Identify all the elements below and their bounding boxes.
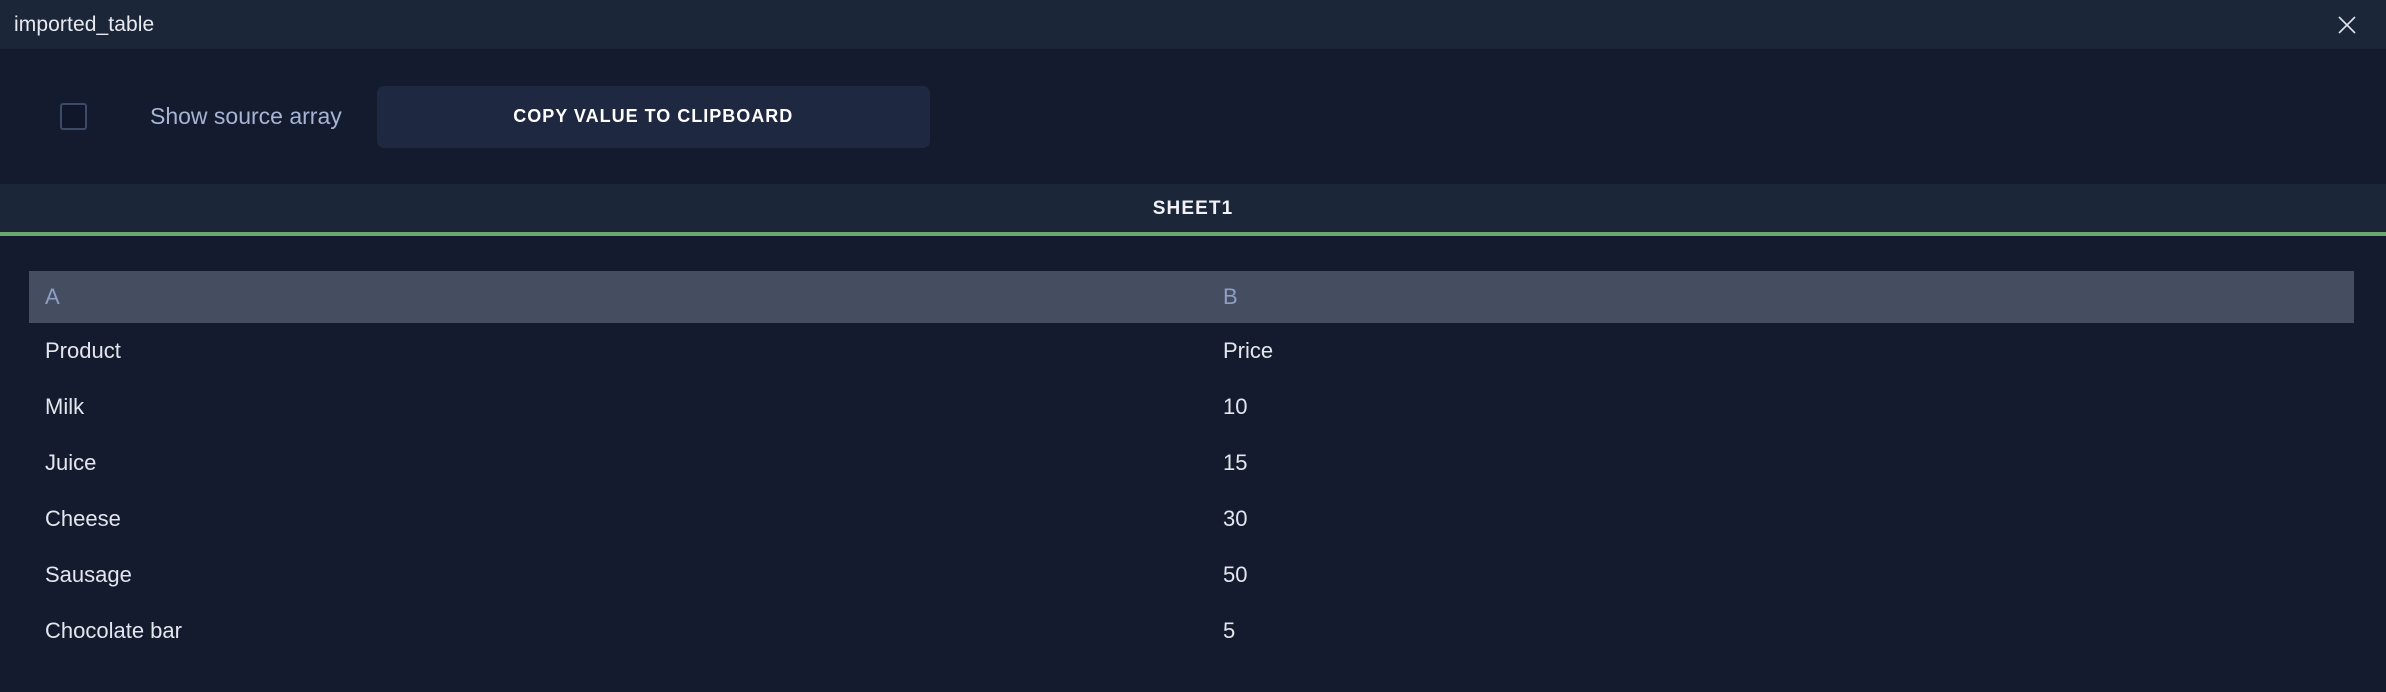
cell-b[interactable]: 10 (1207, 379, 2354, 435)
cell-a[interactable]: Sausage (29, 547, 1207, 603)
column-header-a[interactable]: A (29, 271, 1207, 323)
sheet-table: A B Product Price Milk 10 Juice 15 Chees… (29, 271, 2354, 659)
cell-a[interactable]: Chocolate bar (29, 603, 1207, 659)
copy-value-to-clipboard-button[interactable]: COPY VALUE TO CLIPBOARD (376, 85, 930, 148)
cell-b[interactable]: 5 (1207, 603, 2354, 659)
cell-b[interactable]: 50 (1207, 547, 2354, 603)
page-title: imported_table (14, 13, 155, 36)
cell-a[interactable]: Product (29, 323, 1207, 379)
table-row[interactable]: Juice 15 (29, 435, 2354, 491)
table-header-row: A B (29, 271, 2354, 323)
cell-b[interactable]: 30 (1207, 491, 2354, 547)
table-body: Product Price Milk 10 Juice 15 Cheese 30… (29, 323, 2354, 659)
table-row[interactable]: Chocolate bar 5 (29, 603, 2354, 659)
cell-a[interactable]: Cheese (29, 491, 1207, 547)
table-row[interactable]: Cheese 30 (29, 491, 2354, 547)
toolbar: Show source array COPY VALUE TO CLIPBOAR… (0, 49, 2386, 184)
sheet-tab-bar: SHEET1 (0, 184, 2386, 232)
column-header-b[interactable]: B (1207, 271, 2354, 323)
checkbox-icon (59, 103, 87, 130)
window-titlebar: imported_table (0, 0, 2386, 49)
sheet-table-area: A B Product Price Milk 10 Juice 15 Chees… (0, 236, 2386, 659)
table-header: A B (29, 271, 2354, 323)
table-row[interactable]: Sausage 50 (29, 547, 2354, 603)
cell-b[interactable]: Price (1207, 323, 2354, 379)
table-row[interactable]: Milk 10 (29, 379, 2354, 435)
show-source-array-label: Show source array (150, 103, 342, 129)
table-row[interactable]: Product Price (29, 323, 2354, 379)
cell-a[interactable]: Juice (29, 435, 1207, 491)
close-button[interactable] (2330, 8, 2364, 42)
cell-a[interactable]: Milk (29, 379, 1207, 435)
close-icon (2336, 14, 2358, 36)
cell-b[interactable]: 15 (1207, 435, 2354, 491)
tab-sheet1[interactable]: SHEET1 (1153, 199, 1234, 218)
show-source-array-checkbox[interactable] (58, 102, 88, 132)
sheet-tab-bar-container: SHEET1 (0, 184, 2386, 236)
